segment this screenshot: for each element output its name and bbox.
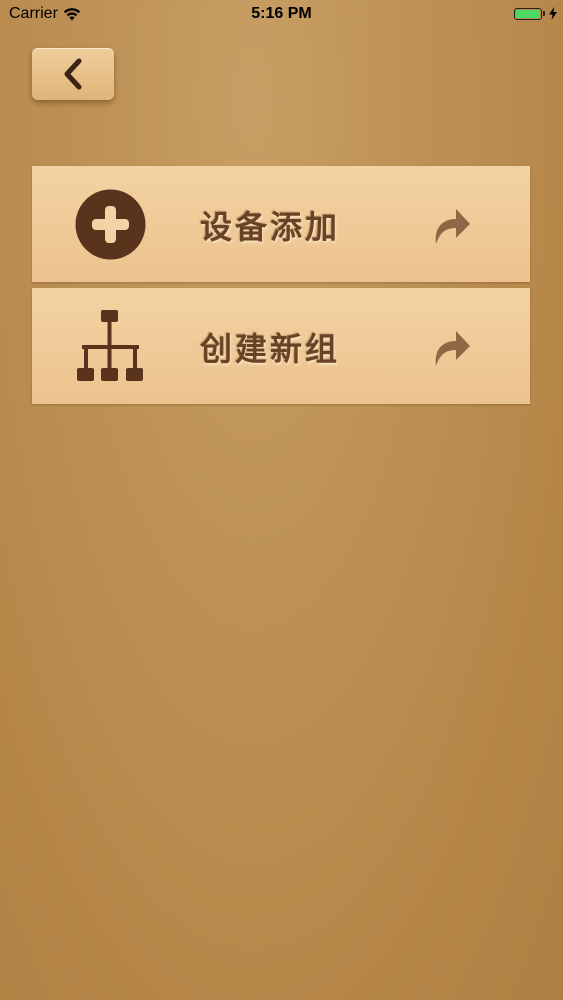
share-arrow-icon <box>435 331 470 366</box>
battery-tip <box>543 11 545 16</box>
chevron-left-icon <box>64 58 82 90</box>
status-bar: Carrier 5:16 PM <box>0 0 563 30</box>
share-arrow-icon <box>435 209 470 244</box>
menu-item-label: 设备添加 <box>200 208 341 246</box>
hierarchy-icon <box>77 310 143 381</box>
battery-fill <box>516 9 540 18</box>
battery-indicator <box>514 7 557 20</box>
plus-circle-icon <box>75 189 146 260</box>
menu-item-create-group[interactable]: 创建新组 <box>32 288 530 404</box>
charging-bolt-icon <box>549 7 557 20</box>
clock: 5:16 PM <box>251 5 312 22</box>
battery-icon <box>514 7 542 20</box>
menu-item-add-device[interactable]: 设备添加 <box>32 166 530 282</box>
back-button[interactable] <box>32 48 114 100</box>
menu-item-label: 创建新组 <box>200 330 341 368</box>
menu-list: 设备添加 创建新组 <box>32 166 530 410</box>
